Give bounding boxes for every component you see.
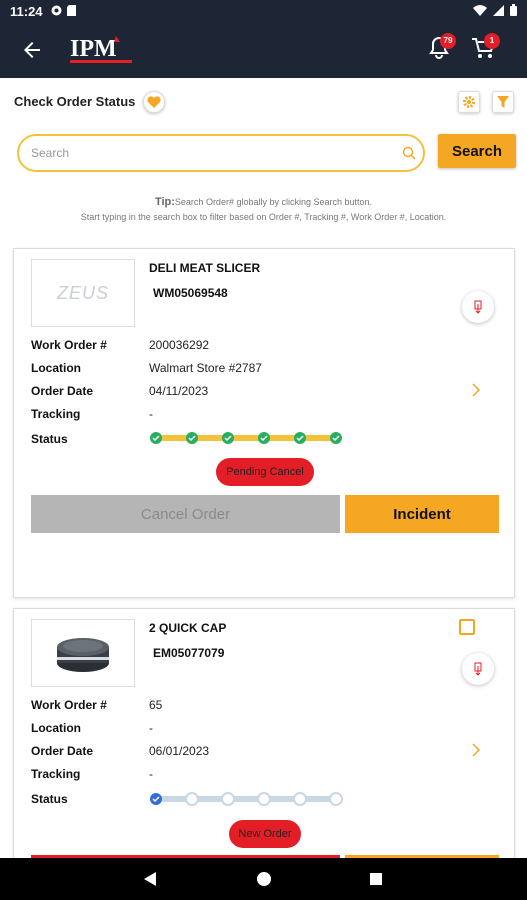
product-image[interactable] bbox=[31, 619, 135, 687]
chevron-right-icon[interactable] bbox=[470, 743, 482, 757]
status-time: 11:24 bbox=[10, 3, 43, 19]
product-name: 2 QUICK CAP bbox=[149, 621, 227, 635]
work-order-value: 65 bbox=[149, 698, 163, 712]
battery-icon bbox=[510, 3, 517, 19]
favorite-button[interactable] bbox=[143, 91, 165, 113]
location-label: Location bbox=[31, 361, 81, 375]
back-arrow-icon[interactable] bbox=[20, 38, 44, 62]
product-name: DELI MEAT SLICER bbox=[149, 261, 261, 275]
search-box bbox=[17, 134, 425, 172]
status-step-4 bbox=[257, 792, 271, 806]
nav-recents-icon[interactable] bbox=[370, 873, 382, 885]
order-card: ZEUS DELI MEAT SLICER WM05069548 Work Or… bbox=[13, 248, 515, 598]
share-button[interactable] bbox=[462, 653, 494, 685]
settings-button[interactable] bbox=[458, 91, 480, 113]
search-button[interactable]: Search bbox=[438, 134, 516, 168]
product-image-brand: ZEUS bbox=[56, 282, 109, 303]
tracking-label: Tracking bbox=[31, 407, 81, 421]
status-progress-track bbox=[150, 432, 342, 444]
tip-line-2: Start typing in the search box to filter… bbox=[80, 212, 447, 222]
location-value: Walmart Store #2787 bbox=[149, 361, 262, 375]
filter-button[interactable] bbox=[492, 91, 514, 113]
order-date-value: 06/01/2023 bbox=[149, 744, 210, 758]
signal-icon bbox=[493, 4, 504, 19]
order-date-label: Order Date bbox=[31, 384, 94, 398]
svg-text:IPM: IPM bbox=[70, 36, 117, 62]
status-step-3 bbox=[221, 792, 235, 806]
status-pill: Pending Cancel bbox=[216, 458, 314, 486]
ipm-logo: IPM bbox=[70, 34, 134, 66]
location-value: - bbox=[149, 721, 153, 735]
location-label: Location bbox=[31, 721, 81, 735]
tracking-value: - bbox=[149, 407, 153, 421]
order-date-value: 04/11/2023 bbox=[149, 384, 209, 398]
status-pill: New Order bbox=[229, 820, 301, 848]
sd-card-icon bbox=[66, 4, 76, 19]
status-progress-track bbox=[150, 792, 343, 806]
product-code: EM05077079 bbox=[153, 646, 225, 660]
search-input[interactable] bbox=[31, 144, 391, 162]
tracking-value: - bbox=[149, 767, 153, 781]
tip-label: Tip: bbox=[154, 196, 175, 208]
product-image[interactable]: ZEUS bbox=[31, 259, 135, 327]
share-icon bbox=[474, 300, 482, 314]
heart-icon bbox=[147, 96, 161, 108]
work-order-label: Work Order # bbox=[31, 698, 107, 712]
status-step-5 bbox=[293, 792, 307, 806]
tip-text: Tip:Search Order# globally by clicking S… bbox=[0, 195, 527, 225]
nav-back-icon[interactable] bbox=[144, 872, 158, 886]
status-label: Status bbox=[31, 432, 68, 446]
order-date-label: Order Date bbox=[31, 744, 94, 758]
cancel-order-button[interactable]: Cancel Order bbox=[31, 495, 340, 533]
status-bar: 11:24 bbox=[0, 0, 527, 22]
page-title: Check Order Status bbox=[14, 94, 136, 109]
system-notification-icon bbox=[51, 4, 62, 19]
work-order-label: Work Order # bbox=[31, 338, 107, 352]
tip-line-1: Search Order# globally by clicking Searc… bbox=[174, 197, 373, 207]
status-step-2 bbox=[185, 792, 199, 806]
status-step-6 bbox=[329, 792, 343, 806]
cart-count-badge: 1 bbox=[484, 33, 500, 49]
share-icon bbox=[474, 662, 482, 676]
select-order-checkbox[interactable] bbox=[459, 619, 475, 635]
status-track-line bbox=[156, 796, 336, 802]
work-order-value: 200036292 bbox=[149, 338, 210, 352]
wifi-icon bbox=[473, 4, 487, 19]
share-button[interactable] bbox=[462, 291, 494, 323]
notification-count-badge: 79 bbox=[440, 33, 456, 49]
quick-cap-image bbox=[57, 638, 109, 672]
nav-home-icon[interactable] bbox=[257, 872, 271, 886]
status-label: Status bbox=[31, 792, 68, 806]
status-track-line bbox=[156, 435, 336, 441]
chevron-right-icon[interactable] bbox=[470, 383, 482, 397]
product-code: WM05069548 bbox=[153, 286, 228, 300]
incident-button[interactable]: Incident bbox=[345, 495, 499, 533]
filter-icon bbox=[497, 96, 509, 108]
gear-icon bbox=[463, 96, 475, 108]
search-icon[interactable] bbox=[402, 146, 416, 160]
tracking-label: Tracking bbox=[31, 767, 81, 781]
order-card: 2 QUICK CAP EM05077079 Work Order # 65 L… bbox=[13, 608, 515, 878]
